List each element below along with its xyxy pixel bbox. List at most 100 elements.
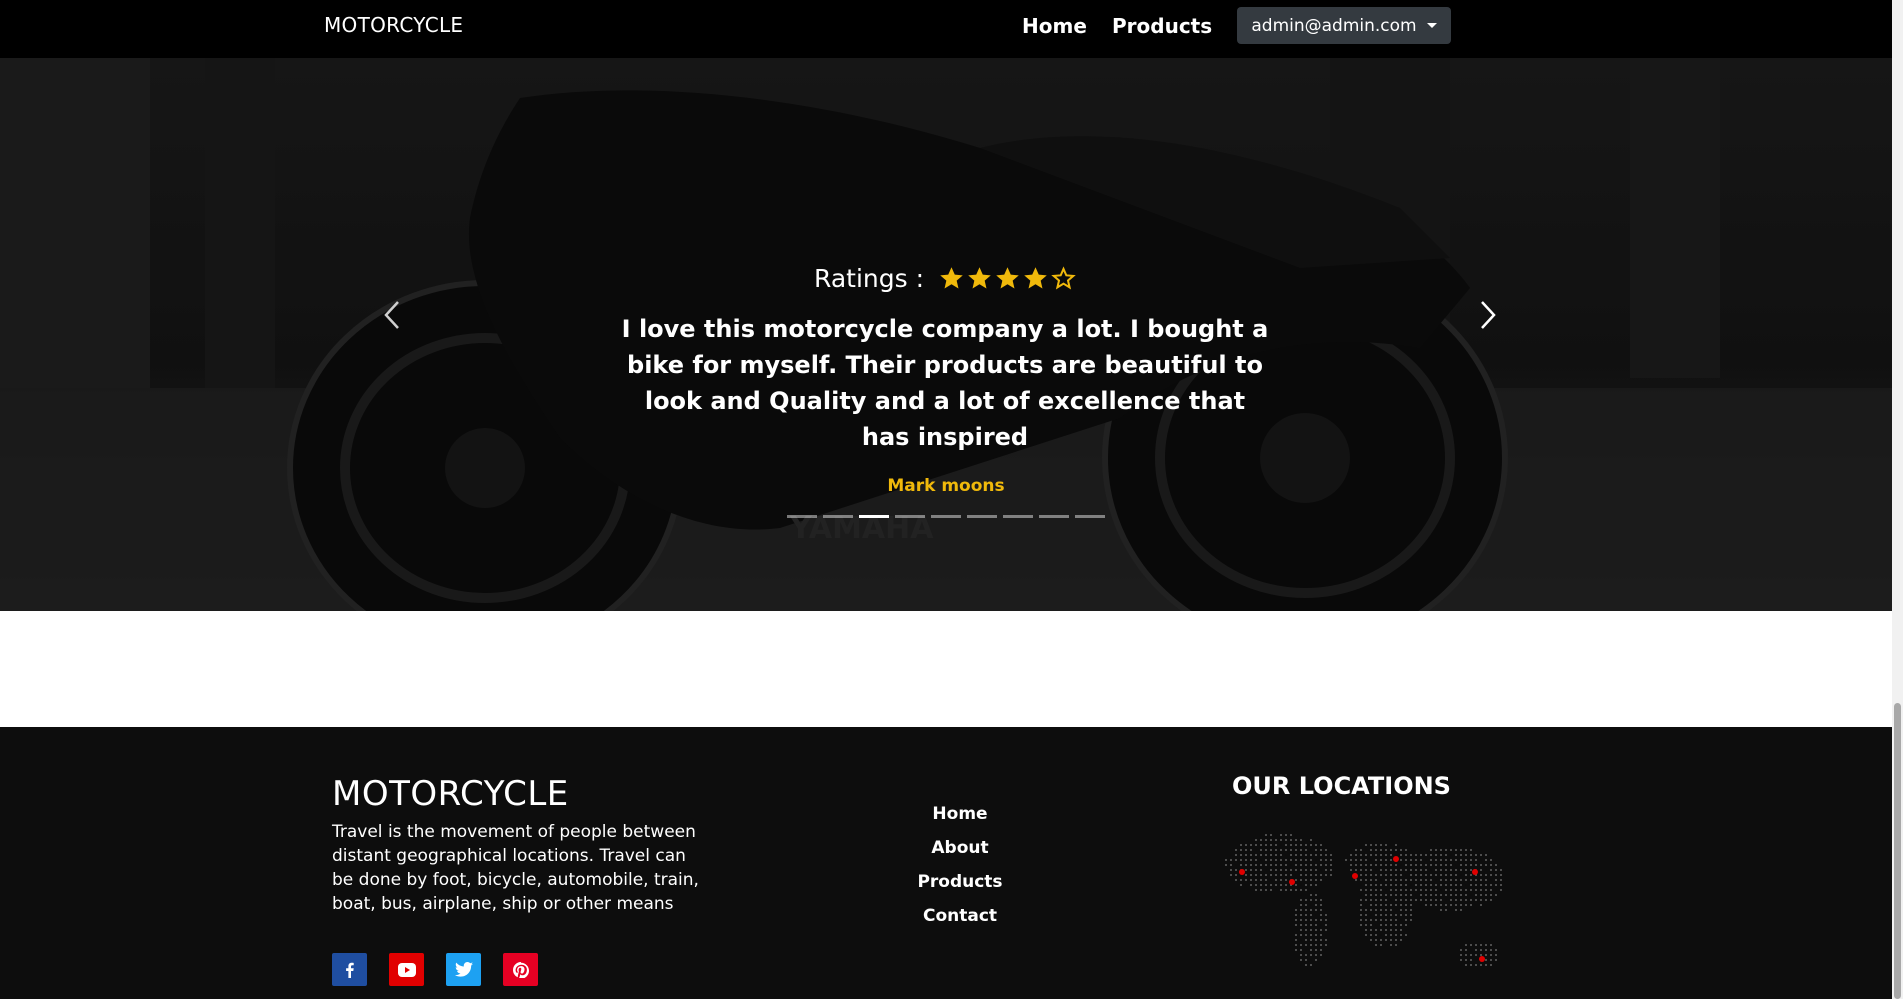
map-dot xyxy=(1460,889,1462,891)
map-dot xyxy=(1465,949,1467,951)
map-dot xyxy=(1315,879,1317,881)
map-dot xyxy=(1375,919,1377,921)
nav-link-products[interactable]: Products xyxy=(1112,14,1212,38)
map-dot xyxy=(1415,889,1417,891)
footer-link-home[interactable]: Home xyxy=(880,797,1040,831)
map-dot xyxy=(1430,854,1432,856)
location-marker-icon[interactable] xyxy=(1472,869,1478,875)
map-dot xyxy=(1370,854,1372,856)
map-dot xyxy=(1420,889,1422,891)
nav-link-home[interactable]: Home xyxy=(1022,14,1087,38)
map-dot xyxy=(1460,849,1462,851)
map-dot xyxy=(1470,959,1472,961)
map-dot xyxy=(1395,904,1397,906)
map-dot xyxy=(1370,869,1372,871)
map-dot xyxy=(1320,874,1322,876)
map-dot xyxy=(1310,894,1312,896)
map-dot xyxy=(1395,914,1397,916)
carousel-indicator[interactable] xyxy=(931,515,961,518)
scrollbar-thumb[interactable] xyxy=(1894,703,1901,999)
map-dot xyxy=(1370,889,1372,891)
map-dot xyxy=(1410,914,1412,916)
map-dot xyxy=(1270,874,1272,876)
pinterest-button[interactable] xyxy=(503,953,538,986)
carousel-next-button[interactable] xyxy=(1468,290,1508,340)
map-dot xyxy=(1305,909,1307,911)
map-dot xyxy=(1475,894,1477,896)
footer-link-contact[interactable]: Contact xyxy=(880,899,1040,933)
carousel-indicator[interactable] xyxy=(1003,515,1033,518)
carousel-indicator[interactable] xyxy=(967,515,997,518)
map-dot xyxy=(1450,849,1452,851)
map-dot xyxy=(1375,904,1377,906)
map-dot xyxy=(1265,889,1267,891)
youtube-button[interactable] xyxy=(389,953,424,986)
map-dot xyxy=(1375,899,1377,901)
carousel-indicator[interactable] xyxy=(895,515,925,518)
map-dot xyxy=(1500,889,1502,891)
map-dot xyxy=(1280,859,1282,861)
user-menu-dropdown[interactable]: admin@admin.com xyxy=(1237,7,1451,44)
map-dot xyxy=(1250,874,1252,876)
footer-link-products[interactable]: Products xyxy=(880,865,1040,899)
location-marker-icon[interactable] xyxy=(1352,873,1358,879)
map-dot xyxy=(1490,964,1492,966)
map-dot xyxy=(1270,834,1272,836)
map-dot xyxy=(1295,949,1297,951)
map-dot xyxy=(1420,899,1422,901)
map-dot xyxy=(1350,869,1352,871)
map-dot xyxy=(1240,884,1242,886)
location-marker-icon[interactable] xyxy=(1239,869,1245,875)
map-dot xyxy=(1405,889,1407,891)
location-marker-icon[interactable] xyxy=(1393,856,1399,862)
map-dot xyxy=(1390,854,1392,856)
carousel-indicator[interactable] xyxy=(1039,515,1069,518)
map-dot xyxy=(1450,874,1452,876)
map-dot xyxy=(1260,864,1262,866)
page-scrollbar[interactable] xyxy=(1892,0,1903,999)
map-dot xyxy=(1235,849,1237,851)
map-dot xyxy=(1370,934,1372,936)
map-dot xyxy=(1315,929,1317,931)
footer-link-about[interactable]: About xyxy=(880,831,1040,865)
map-dot xyxy=(1390,939,1392,941)
map-dot xyxy=(1470,944,1472,946)
carousel-indicator-active[interactable] xyxy=(859,515,889,518)
map-dot xyxy=(1300,949,1302,951)
location-marker-icon[interactable] xyxy=(1479,956,1485,962)
map-dot xyxy=(1395,869,1397,871)
map-dot xyxy=(1445,869,1447,871)
map-dot xyxy=(1465,899,1467,901)
map-dot xyxy=(1325,919,1327,921)
map-dot xyxy=(1400,934,1402,936)
map-dot xyxy=(1500,874,1502,876)
map-dot xyxy=(1400,904,1402,906)
social-links xyxy=(332,953,538,986)
brand-logo[interactable]: MOTORCYCLE xyxy=(324,13,463,37)
map-dot xyxy=(1435,894,1437,896)
map-dot xyxy=(1470,869,1472,871)
carousel-indicator[interactable] xyxy=(787,515,817,518)
map-dot xyxy=(1375,939,1377,941)
map-dot xyxy=(1315,904,1317,906)
map-dot xyxy=(1385,899,1387,901)
carousel-indicator[interactable] xyxy=(1075,515,1105,518)
map-dot xyxy=(1280,889,1282,891)
carousel-indicator[interactable] xyxy=(823,515,853,518)
map-dot xyxy=(1295,934,1297,936)
map-dot xyxy=(1295,919,1297,921)
map-dot xyxy=(1455,899,1457,901)
locations-title: OUR LOCATIONS xyxy=(1232,772,1451,800)
carousel-indicators xyxy=(0,515,1892,518)
map-dot xyxy=(1455,894,1457,896)
location-marker-icon[interactable] xyxy=(1289,879,1295,885)
map-dot xyxy=(1435,854,1437,856)
map-dot xyxy=(1260,879,1262,881)
map-dot xyxy=(1405,894,1407,896)
carousel-prev-button[interactable] xyxy=(372,290,412,340)
map-dot xyxy=(1365,929,1367,931)
map-dot xyxy=(1265,849,1267,851)
twitter-button[interactable] xyxy=(446,953,481,986)
facebook-button[interactable] xyxy=(332,953,367,986)
map-dot xyxy=(1365,899,1367,901)
